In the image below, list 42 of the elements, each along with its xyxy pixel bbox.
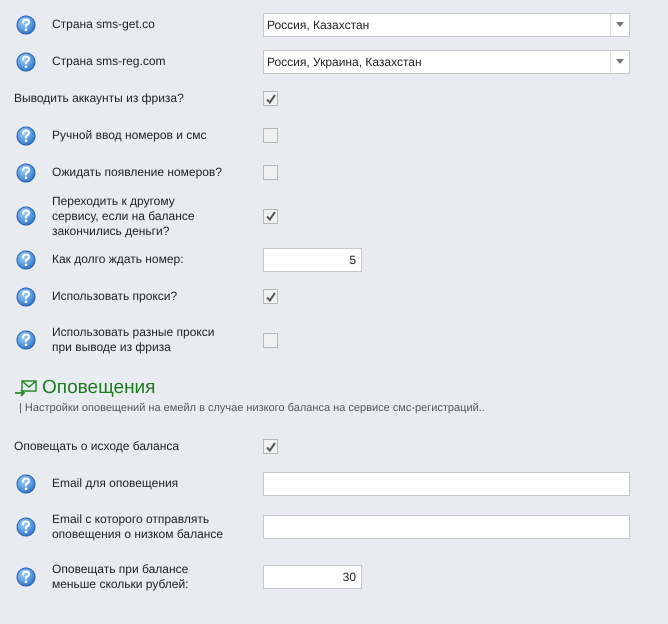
- help-icon[interactable]: [16, 162, 36, 182]
- number-field[interactable]: 30: [263, 565, 362, 589]
- setting-label: Оповещать о исходе баланса: [14, 439, 180, 454]
- checkbox[interactable]: [263, 332, 278, 348]
- checkbox[interactable]: [263, 128, 278, 143]
- setting-label: Страна sms-get.co: [52, 17, 156, 32]
- help-icon[interactable]: [16, 52, 36, 72]
- setting-label: Использовать разные прокси при выводе из фриза: [52, 325, 216, 355]
- setting-label: Email для оповещения: [52, 476, 180, 491]
- checkbox[interactable]: [263, 208, 278, 224]
- checkbox[interactable]: [263, 289, 278, 304]
- setting-label: Оповещать при балансе меньше скольки рублей:: [52, 562, 190, 592]
- help-icon[interactable]: [16, 330, 36, 350]
- section-title: Оповещения: [42, 377, 156, 399]
- help-icon[interactable]: [16, 567, 36, 587]
- setting-label: Ожидать появление номеров?: [52, 165, 223, 180]
- caret-icon: [616, 59, 624, 64]
- setting-label: Использовать прокси?: [52, 289, 178, 304]
- setting-label: Email с которого отправлять оповещения о низком балансе: [52, 512, 224, 542]
- setting-label: Переходить к другому сервису, если на балансе закончились деньги?: [52, 194, 196, 238]
- setting-label: Страна sms-reg.com: [52, 54, 166, 69]
- dropdown[interactable]: Россия, Казахстан: [263, 12, 630, 36]
- help-icon[interactable]: [16, 250, 36, 270]
- help-icon[interactable]: [16, 517, 36, 537]
- help-icon[interactable]: [16, 474, 36, 494]
- caret-icon: [616, 22, 624, 27]
- envelope-arrow-icon: [14, 378, 38, 398]
- dropdown[interactable]: Россия, Украина, Казахстан: [263, 50, 630, 74]
- setting-label: Ручной ввод номеров и смс: [52, 128, 208, 143]
- help-icon[interactable]: [16, 286, 36, 306]
- help-icon[interactable]: [16, 14, 36, 34]
- checkbox[interactable]: [263, 91, 278, 106]
- section-description: | Настройки оповещений на емейл в случае низкого баланса на сервисе смс-регистраций..: [19, 402, 486, 414]
- help-icon[interactable]: [16, 126, 36, 146]
- help-icon[interactable]: [16, 206, 36, 226]
- setting-label: Как долго ждать номер:: [52, 252, 185, 267]
- setting-label: Выводить аккаунты из фриза?: [14, 91, 185, 106]
- checkbox[interactable]: [263, 165, 278, 180]
- input-field[interactable]: [263, 515, 630, 539]
- checkbox[interactable]: [263, 439, 278, 454]
- input-field[interactable]: [263, 472, 630, 496]
- number-field[interactable]: 5: [263, 248, 362, 272]
